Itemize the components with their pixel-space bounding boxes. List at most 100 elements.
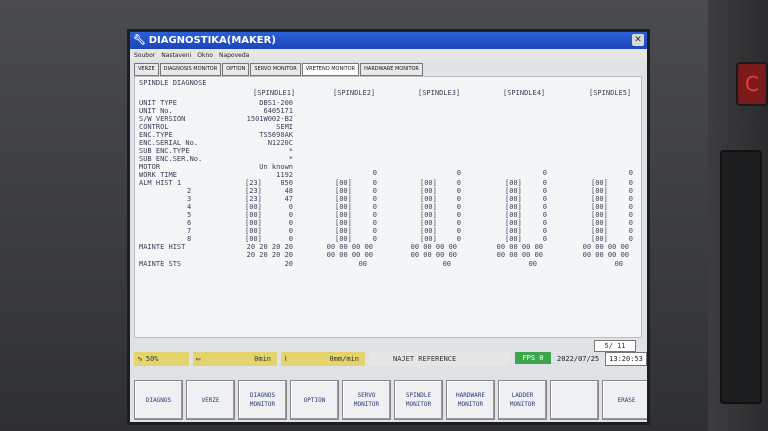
mainte-sts-value: 20 — [284, 260, 293, 268]
alm-value: 0 — [372, 195, 377, 203]
info-label: SUB ENC.TYPE — [139, 147, 190, 155]
alm-code: [00] — [591, 187, 608, 195]
softkey-ladder-monitor[interactable]: LADDER MONITOR — [498, 380, 547, 420]
info-label: ENC.SERIAL No. — [139, 139, 199, 147]
alm-code: [00] — [420, 187, 437, 195]
alm-value: 0 — [628, 195, 633, 203]
alm-value: 0 — [542, 211, 547, 219]
alm-code: [00] — [420, 211, 437, 219]
alm-code: [00] — [505, 187, 522, 195]
alm-value: 0 — [628, 227, 633, 235]
tab-2[interactable]: OPTION — [222, 63, 250, 76]
mainte-hist-value: 00 00 00 00 — [326, 251, 373, 259]
alm-code: [00] — [420, 195, 437, 203]
alm-index: 2 — [187, 187, 192, 195]
alm-index: 5 — [187, 211, 192, 219]
mainte-sts-label: MAINTE STS — [139, 260, 182, 268]
tab-4[interactable]: VRETENO MONITOR — [301, 63, 360, 76]
softkey-spindle-monitor[interactable]: SPINDLE MONITOR — [394, 380, 443, 420]
alm-value: 0 — [542, 235, 547, 243]
status-area: 5/ 11 ∿ 50% ▭ 0min ⌇ 0mm/min NAJET REFER… — [134, 340, 647, 366]
spindle-load-field: ∿ 50% — [134, 352, 189, 366]
softkey-servo-monitor[interactable]: SERVO MONITOR — [342, 380, 391, 420]
mainte-hist-value: 20 20 20 20 — [246, 243, 293, 251]
alm-value: 0 — [628, 179, 633, 187]
menu-item-2[interactable]: Okno — [197, 52, 213, 59]
softkey-diagnos-monitor[interactable]: DIAGNOS MONITOR — [238, 380, 287, 420]
alm-code: [00] — [420, 235, 437, 243]
alm-value: 0 — [456, 179, 461, 187]
softkey-erase[interactable]: ERASE — [602, 380, 647, 420]
menubar: Soubor Nastaveni Okno Napoveda — [130, 49, 647, 61]
alm-value: 0 — [288, 219, 293, 227]
screen: 🔧︎ DIAGNOSTIKA(MAKER) ✕ Soubor Nastaveni O… — [127, 29, 650, 425]
spindle-header-3: [SPINDLE3] — [418, 89, 461, 97]
tab-5[interactable]: HARDWARE MONITOR — [360, 63, 423, 76]
alm-code: [00] — [591, 195, 608, 203]
close-icon[interactable]: ✕ — [632, 34, 644, 46]
softkey-blank[interactable] — [550, 380, 599, 420]
work-time-value: 0 — [542, 169, 547, 177]
alm-code: [00] — [335, 227, 352, 235]
spindle-header-2: [SPINDLE2] — [333, 89, 376, 97]
zigzag-icon: ⌇ — [284, 355, 288, 363]
tab-1[interactable]: DIAGNOSIS MONITOR — [159, 63, 222, 76]
spindle-header-5: [SPINDLE5] — [589, 89, 632, 97]
alm-code: [00] — [505, 219, 522, 227]
alm-code: [00] — [420, 227, 437, 235]
softkey-bar: DIAGNOS VERZE DIAGNOS MONITOR OPTION SERVO M… — [134, 380, 647, 420]
wave-icon: ∿ — [137, 355, 143, 363]
alm-code: [00] — [591, 203, 608, 211]
softkey-option[interactable]: OPTION — [290, 380, 339, 420]
alm-value: 0 — [542, 195, 547, 203]
side-slot — [720, 150, 762, 404]
info-value: SEMI — [276, 123, 293, 131]
softkey-verze[interactable]: VERZE — [186, 380, 235, 420]
window-titlebar: 🔧︎ DIAGNOSTIKA(MAKER) ✕ — [130, 32, 647, 49]
mainte-hist-value: 00 00 00 00 — [496, 243, 543, 251]
page-indicator: 5/ 11 — [594, 340, 636, 352]
alm-value: 0 — [372, 235, 377, 243]
alm-index: 3 — [187, 195, 192, 203]
menu-item-3[interactable]: Napoveda — [219, 52, 249, 59]
alm-value: 0 — [628, 219, 633, 227]
work-time-value: 0 — [372, 169, 377, 177]
tab-0[interactable]: VERZE — [134, 63, 159, 76]
alm-code: [00] — [420, 179, 437, 187]
info-label: ENC.TYPE — [139, 131, 173, 139]
mainte-hist-value: 20 20 20 20 — [246, 251, 293, 259]
alm-value: 0 — [372, 179, 377, 187]
red-power-button[interactable]: C — [736, 62, 768, 106]
mainte-hist-value: 00 00 00 00 — [410, 251, 457, 259]
mainte-sts-value: 00 — [614, 260, 623, 268]
alm-code: [00] — [335, 187, 352, 195]
alm-code: [00] — [505, 235, 522, 243]
alm-value: 0 — [542, 227, 547, 235]
softkey-hardware-monitor[interactable]: HARDWARE MONITOR — [446, 380, 495, 420]
menu-item-1[interactable]: Nastaveni — [161, 52, 191, 59]
info-label: MOTOR — [139, 163, 161, 171]
alm-code: [23] — [245, 195, 262, 203]
softkey-diagnos[interactable]: DIAGNOS — [134, 380, 183, 420]
alm-code: [00] — [591, 219, 608, 227]
alm-code: [00] — [245, 219, 262, 227]
window-title: DIAGNOSTIKA(MAKER) — [148, 35, 276, 46]
info-value: N1220C — [267, 139, 293, 147]
alm-code: [23] — [245, 187, 262, 195]
tab-3[interactable]: SERVO MONITOR — [250, 63, 301, 76]
info-label: S/W VERSION — [139, 115, 186, 123]
alm-code: [00] — [505, 203, 522, 211]
alm-value: 0 — [456, 211, 461, 219]
mainte-hist-value: 00 00 00 00 — [496, 251, 543, 259]
alm-index: 8 — [187, 235, 192, 243]
alm-value: 0 — [628, 235, 633, 243]
menu-item-0[interactable]: Soubor — [134, 52, 155, 59]
alm-value: 47 — [284, 195, 293, 203]
alm-value: 0 — [542, 187, 547, 195]
info-value: 1501W002-B2 — [246, 115, 293, 123]
info-label: UNIT No. — [139, 107, 173, 115]
alm-value: 0 — [288, 235, 293, 243]
alm-code: [00] — [420, 219, 437, 227]
fps-badge: FPS 0 — [515, 352, 551, 364]
info-value: 1192 — [276, 171, 293, 179]
